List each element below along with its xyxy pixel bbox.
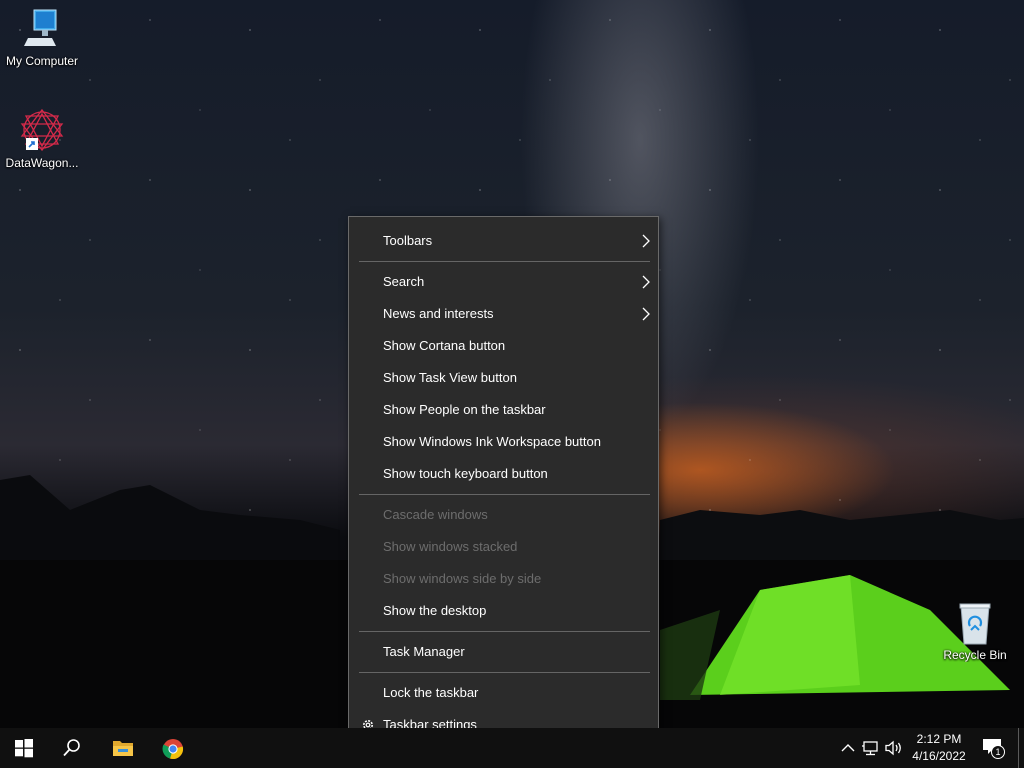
menu-item-label: Show Cortana button [383,338,506,353]
menu-item-label: Show Windows Ink Workspace button [383,434,601,449]
menu-item-search[interactable]: Search [349,266,658,298]
start-button[interactable] [0,728,48,768]
menu-item-news-and-interests[interactable]: News and interests [349,298,658,330]
search-button[interactable] [48,728,96,768]
desktop-icon-label: Recycle Bin [943,648,1007,662]
chevron-right-icon [642,275,650,289]
search-icon [63,739,80,757]
menu-item-label: Show touch keyboard button [383,466,548,481]
chevron-right-icon [642,234,650,248]
menu-item-show-people[interactable]: Show People on the taskbar [349,394,658,426]
desktop-icon-label: DataWagon... [5,156,79,170]
file-explorer-button[interactable] [98,728,146,768]
action-center-button[interactable]: 1 [980,736,1006,760]
file-explorer-icon [113,741,133,756]
menu-item-toolbars[interactable]: Toolbars [349,225,658,257]
show-desktop-button[interactable] [1018,728,1019,768]
menu-item-show-windows-stacked: Show windows stacked [349,531,658,563]
menu-item-label: Task Manager [383,644,465,659]
chrome-button[interactable] [148,728,196,768]
menu-item-label: Show People on the taskbar [383,402,546,417]
clock-time: 2:12 PM [916,732,962,746]
desktop-icon-datawagon[interactable]: DataWagon... [0,106,84,170]
chrome-icon [162,739,184,759]
menu-item-show-touch-keyboard[interactable]: Show touch keyboard button [349,458,658,490]
menu-item-label: News and interests [383,306,494,321]
computer-icon [24,9,57,46]
menu-item-lock-the-taskbar[interactable]: Lock the taskbar [349,677,658,709]
notification-count-badge: 1 [991,745,1005,759]
desktop-icon-recycle-bin[interactable]: Recycle Bin [933,602,1017,662]
menu-item-label: Show windows side by side [383,571,542,586]
recycle-bin-icon [959,603,991,645]
start-icon [15,739,33,758]
menu-item-show-windows-side-by-side: Show windows side by side [349,563,658,595]
menu-item-label: Show windows stacked [383,539,518,554]
desktop-icon-label: My Computer [5,54,79,68]
taskbar: 2:12 PM 4/16/2022 1 [0,728,1024,768]
menu-separator [359,261,650,262]
clock-date: 4/16/2022 [912,749,966,763]
menu-item-cascade-windows: Cascade windows [349,499,658,531]
menu-item-label: Toolbars [383,233,433,248]
menu-item-task-manager[interactable]: Task Manager [349,636,658,668]
chevron-right-icon [642,307,650,321]
menu-item-label: Show the desktop [383,603,487,618]
menu-item-show-ink-workspace[interactable]: Show Windows Ink Workspace button [349,426,658,458]
menu-item-label: Cascade windows [383,507,488,522]
menu-item-show-cortana-button[interactable]: Show Cortana button [349,330,658,362]
menu-item-label: Show Task View button [383,370,517,385]
taskbar-context-menu: Toolbars Search News and interests Show … [348,216,659,748]
menu-separator [359,672,650,673]
volume-icon[interactable] [884,738,904,758]
desktop-icon-my-computer[interactable]: My Computer [0,8,84,68]
menu-separator [359,631,650,632]
menu-item-label: Search [383,274,425,289]
taskbar-clock[interactable]: 2:12 PM 4/16/2022 [906,731,972,765]
network-icon[interactable] [861,738,881,758]
chevron-up-icon[interactable] [838,738,858,758]
menu-item-show-task-view-button[interactable]: Show Task View button [349,362,658,394]
datawagon-shortcut-icon [20,108,64,152]
menu-separator [359,494,650,495]
menu-item-show-the-desktop[interactable]: Show the desktop [349,595,658,627]
menu-item-label: Lock the taskbar [383,685,479,700]
